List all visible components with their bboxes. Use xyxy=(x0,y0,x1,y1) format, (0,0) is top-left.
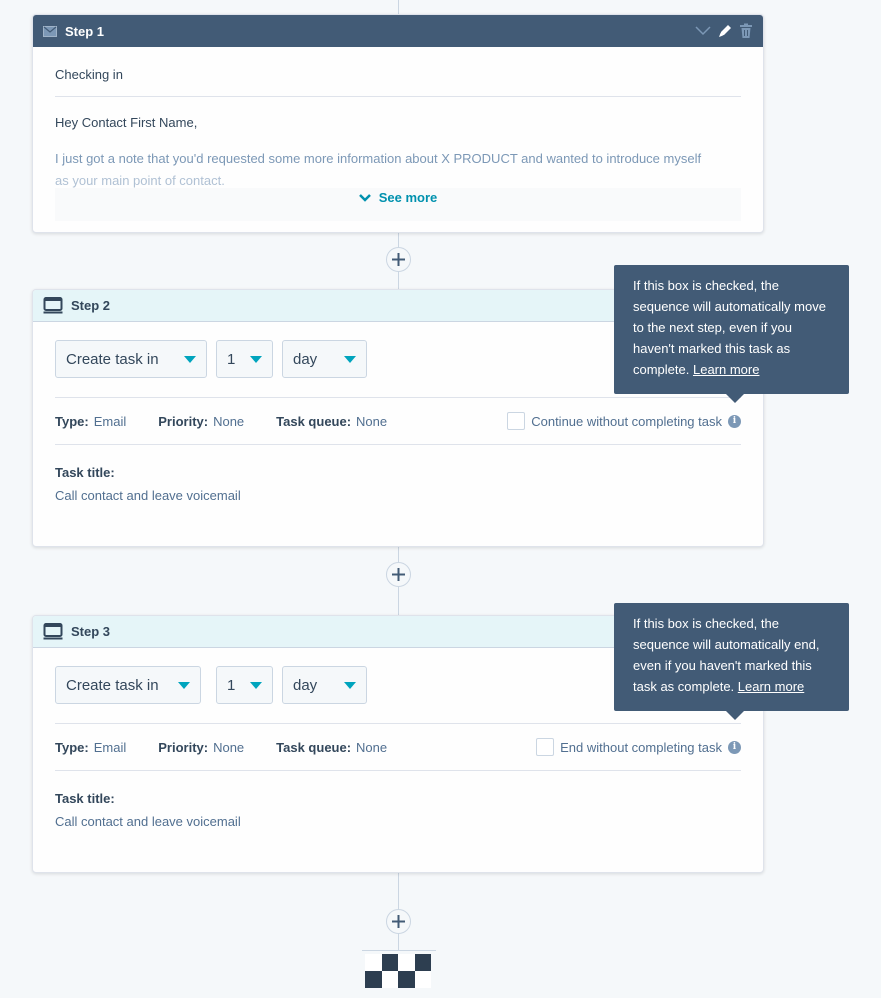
priority-value: None xyxy=(213,413,245,429)
email-body: I just got a note that you'd requested s… xyxy=(55,148,741,192)
info-icon[interactable]: i xyxy=(728,414,741,428)
caret-down-icon xyxy=(178,681,190,689)
caret-down-icon xyxy=(250,681,262,689)
caret-down-icon xyxy=(184,355,196,363)
task-queue-value: None xyxy=(356,413,388,429)
delay-unit-value: day xyxy=(293,350,318,368)
type-value: Email xyxy=(93,739,127,755)
delay-unit-value: day xyxy=(293,676,318,694)
add-step-button[interactable] xyxy=(386,247,411,272)
info-icon[interactable]: i xyxy=(728,740,741,754)
priority-label: Priority: xyxy=(158,413,209,429)
connector-line xyxy=(398,0,399,15)
tooltip: If this box is checked, the sequence wil… xyxy=(614,265,849,403)
chevron-down-icon xyxy=(358,193,371,202)
delay-count-value: 1 xyxy=(227,676,236,694)
delay-count-select[interactable]: 1 xyxy=(216,666,273,704)
action-select-value: Create task in xyxy=(66,676,159,694)
action-select[interactable]: Create task in xyxy=(55,666,201,704)
task-title-value: Call contact and leave voicemail xyxy=(55,488,241,503)
plus-icon xyxy=(392,253,405,266)
add-step-button[interactable] xyxy=(386,562,411,587)
delay-count-select[interactable]: 1 xyxy=(216,340,273,378)
task-meta-row: Type: Email Priority: None Task queue: None… xyxy=(55,724,741,771)
checkbox-label: End without completing task xyxy=(560,739,722,755)
type-label: Type: xyxy=(55,413,89,429)
type-label: Type: xyxy=(55,739,89,755)
delay-count-value: 1 xyxy=(227,350,236,368)
end-without-completing-checkbox[interactable] xyxy=(536,738,555,756)
continue-without-completing-checkbox[interactable] xyxy=(507,412,526,430)
pencil-icon[interactable] xyxy=(717,23,733,39)
step-title: Step 1 xyxy=(65,23,105,39)
priority-value: None xyxy=(213,739,245,755)
email-greeting: Hey Contact First Name, xyxy=(55,115,198,130)
task-queue-label: Task queue: xyxy=(276,739,352,755)
step-header[interactable]: Step 1 xyxy=(33,15,763,47)
trash-icon[interactable] xyxy=(739,23,753,39)
caret-down-icon xyxy=(250,355,262,363)
task-title-value: Call contact and leave voicemail xyxy=(55,814,241,829)
add-step-button[interactable] xyxy=(386,909,411,934)
plus-icon xyxy=(392,915,405,928)
plus-icon xyxy=(392,568,405,581)
delay-unit-select[interactable]: day xyxy=(282,666,367,704)
learn-more-link[interactable]: Learn more xyxy=(693,362,759,377)
finish-divider xyxy=(362,950,436,951)
learn-more-link[interactable]: Learn more xyxy=(738,679,804,694)
task-icon xyxy=(43,297,63,314)
chevron-down-icon[interactable] xyxy=(695,26,711,36)
task-queue-value: None xyxy=(356,739,388,755)
task-icon xyxy=(43,623,63,640)
tooltip: If this box is checked, the sequence wil… xyxy=(614,603,849,720)
email-icon xyxy=(43,25,57,37)
email-subject: Checking in xyxy=(55,47,741,97)
delay-unit-select[interactable]: day xyxy=(282,340,367,378)
action-select[interactable]: Create task in xyxy=(55,340,207,378)
caret-down-icon xyxy=(344,681,356,689)
action-select-value: Create task in xyxy=(66,350,159,368)
step-title: Step 3 xyxy=(71,624,111,639)
see-more-button[interactable]: See more xyxy=(55,188,741,221)
checkbox-label: Continue without completing task xyxy=(531,413,722,429)
task-title-label: Task title: xyxy=(55,465,115,480)
task-meta-row: Type: Email Priority: None Task queue: None… xyxy=(55,398,741,445)
caret-down-icon xyxy=(344,355,356,363)
finish-flag-icon xyxy=(365,954,431,988)
step-title: Step 2 xyxy=(71,298,111,313)
step-card-1: Step 1 Checking in Hey Contact First Nam… xyxy=(32,14,764,233)
see-more-label: See more xyxy=(378,190,438,205)
task-title-label: Task title: xyxy=(55,791,115,806)
type-value: Email xyxy=(93,413,127,429)
priority-label: Priority: xyxy=(158,739,209,755)
task-queue-label: Task queue: xyxy=(276,413,352,429)
email-body-line: I just got a note that you'd requested s… xyxy=(55,151,702,166)
